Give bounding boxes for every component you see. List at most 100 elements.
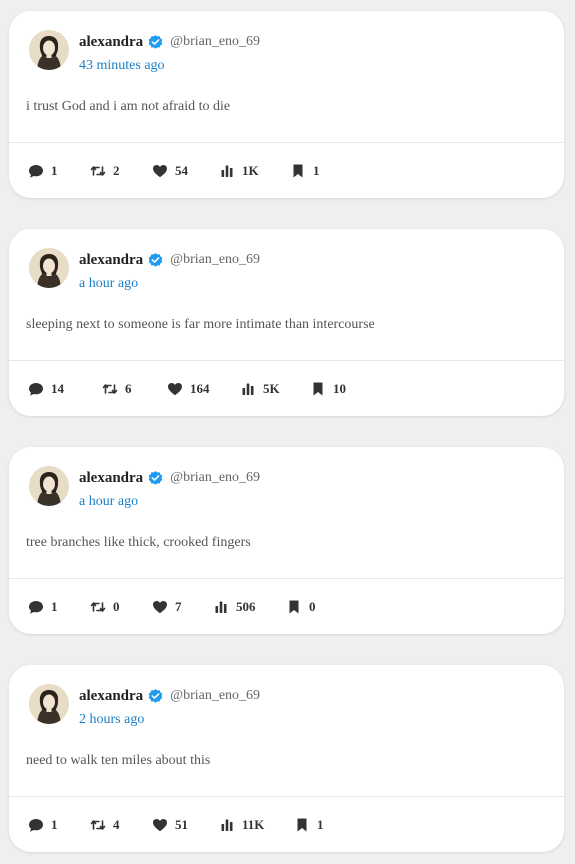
repost-count: 0 (113, 599, 120, 614)
author-name[interactable]: alexandra (79, 252, 143, 269)
reply-button[interactable]: 14 (28, 379, 64, 399)
like-count: 51 (175, 817, 188, 832)
bookmark-icon (310, 381, 326, 397)
reply-icon (28, 381, 44, 397)
repost-count: 4 (113, 817, 120, 832)
like-button[interactable]: 51 (152, 815, 188, 835)
avatar[interactable] (29, 30, 69, 70)
repost-button[interactable]: 6 (102, 379, 132, 399)
like-button[interactable]: 164 (167, 379, 210, 399)
divider (9, 578, 564, 579)
bookmark-button[interactable]: 1 (294, 815, 324, 835)
reply-icon (28, 163, 44, 179)
post-text: sleeping next to someone is far more int… (26, 317, 375, 332)
bookmark-count: 0 (309, 599, 316, 614)
repost-button[interactable]: 2 (90, 161, 120, 181)
action-bar: 1 4 51 11K 1 (28, 815, 548, 835)
author-name[interactable]: alexandra (79, 470, 143, 487)
bookmark-button[interactable]: 10 (310, 379, 346, 399)
avatar[interactable] (29, 684, 69, 724)
views-button[interactable]: 506 (213, 597, 256, 617)
author-line: alexandra @brian_eno_69 (79, 467, 260, 489)
views-count: 1K (242, 163, 259, 178)
reply-icon (28, 599, 44, 615)
repost-icon (90, 163, 106, 179)
views-count: 506 (236, 599, 256, 614)
author-line: alexandra @brian_eno_69 (79, 249, 260, 271)
author-name[interactable]: alexandra (79, 34, 143, 51)
post-card: alexandra @brian_eno_69 2 hours ago need… (9, 665, 564, 852)
author-handle[interactable]: @brian_eno_69 (170, 252, 260, 268)
views-icon (213, 599, 229, 615)
views-icon (240, 381, 256, 397)
author-line: alexandra @brian_eno_69 (79, 685, 260, 707)
post-header: alexandra @brian_eno_69 a hour ago (29, 466, 549, 510)
post-header: alexandra @brian_eno_69 2 hours ago (29, 684, 549, 728)
repost-icon (102, 381, 118, 397)
bookmark-icon (290, 163, 306, 179)
views-icon (219, 817, 235, 833)
post-card: alexandra @brian_eno_69 a hour ago sleep… (9, 229, 564, 416)
post-text: i trust God and i am not afraid to die (26, 99, 231, 114)
reply-count: 1 (51, 599, 58, 614)
repost-icon (90, 599, 106, 615)
reply-icon (28, 817, 44, 833)
post-header: alexandra @brian_eno_69 a hour ago (29, 248, 549, 292)
post-text: need to walk ten miles about this (26, 753, 211, 768)
action-bar: 14 6 164 5K 10 (28, 379, 548, 399)
post-card: alexandra @brian_eno_69 43 minutes ago i… (9, 11, 564, 198)
verified-badge-icon (147, 688, 164, 705)
divider (9, 360, 564, 361)
reply-button[interactable]: 1 (28, 161, 58, 181)
like-count: 7 (175, 599, 182, 614)
post-timestamp[interactable]: a hour ago (79, 276, 138, 292)
avatar[interactable] (29, 248, 69, 288)
verified-badge-icon (147, 34, 164, 51)
post-timestamp[interactable]: a hour ago (79, 494, 138, 510)
author-handle[interactable]: @brian_eno_69 (170, 34, 260, 50)
avatar[interactable] (29, 466, 69, 506)
post-text: tree branches like thick, crooked finger… (26, 535, 251, 550)
bookmark-button[interactable]: 0 (286, 597, 316, 617)
action-bar: 1 2 54 1K 1 (28, 161, 548, 181)
author-name[interactable]: alexandra (79, 688, 143, 705)
heart-icon (152, 163, 168, 179)
divider (9, 796, 564, 797)
views-count: 11K (242, 817, 265, 832)
like-button[interactable]: 54 (152, 161, 188, 181)
repost-count: 2 (113, 163, 120, 178)
post-timestamp[interactable]: 2 hours ago (79, 712, 144, 728)
post-card: alexandra @brian_eno_69 a hour ago tree … (9, 447, 564, 634)
heart-icon (167, 381, 183, 397)
bookmark-icon (286, 599, 302, 615)
verified-badge-icon (147, 252, 164, 269)
views-count: 5K (263, 381, 280, 396)
reply-button[interactable]: 1 (28, 597, 58, 617)
bookmark-count: 10 (333, 381, 346, 396)
reply-button[interactable]: 1 (28, 815, 58, 835)
views-button[interactable]: 1K (219, 161, 259, 181)
post-timestamp[interactable]: 43 minutes ago (79, 58, 165, 74)
bookmark-icon (294, 817, 310, 833)
divider (9, 142, 564, 143)
bookmark-count: 1 (313, 163, 320, 178)
heart-icon (152, 817, 168, 833)
views-button[interactable]: 5K (240, 379, 280, 399)
repost-button[interactable]: 0 (90, 597, 120, 617)
bookmark-count: 1 (317, 817, 324, 832)
heart-icon (152, 599, 168, 615)
like-count: 54 (175, 163, 188, 178)
bookmark-button[interactable]: 1 (290, 161, 320, 181)
verified-badge-icon (147, 470, 164, 487)
post-header: alexandra @brian_eno_69 43 minutes ago (29, 30, 549, 74)
author-handle[interactable]: @brian_eno_69 (170, 688, 260, 704)
views-button[interactable]: 11K (219, 815, 264, 835)
repost-button[interactable]: 4 (90, 815, 120, 835)
reply-count: 14 (51, 381, 64, 396)
like-button[interactable]: 7 (152, 597, 182, 617)
author-handle[interactable]: @brian_eno_69 (170, 470, 260, 486)
repost-count: 6 (125, 381, 132, 396)
repost-icon (90, 817, 106, 833)
author-line: alexandra @brian_eno_69 (79, 31, 260, 53)
reply-count: 1 (51, 817, 58, 832)
